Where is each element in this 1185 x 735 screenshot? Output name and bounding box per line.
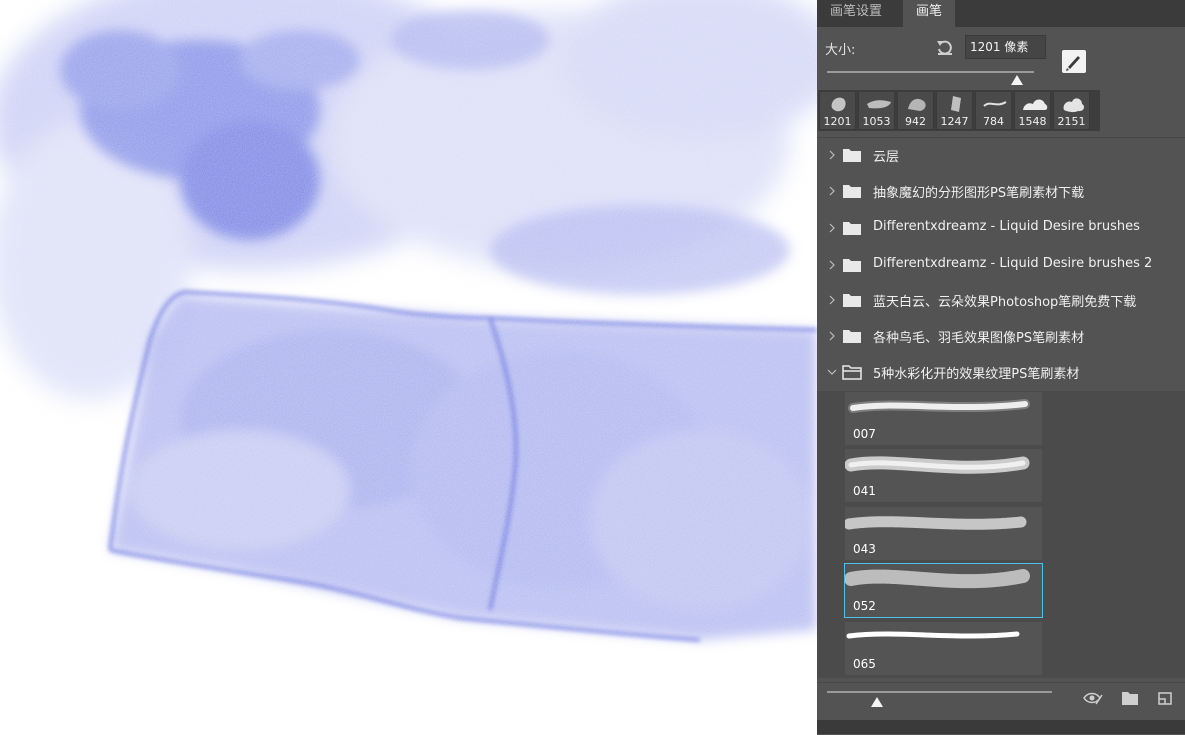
folder-icon (843, 185, 861, 198)
brush-preset[interactable]: 043 (844, 506, 1043, 561)
recent-brush-size: 1548 (1018, 115, 1047, 128)
brush-group-label: 蓝天白云、云朵效果Photoshop笔刷免费下载 (873, 295, 1137, 310)
folder-open-icon (842, 365, 862, 380)
brush-group-row[interactable]: Differentxdreamz - Liquid Desire brushes (817, 210, 1185, 246)
brush-group-row-expanded[interactable]: 5种水彩化开的效果纹理PS笔刷素材 (817, 354, 1185, 390)
brush-tip-icon (1023, 99, 1048, 110)
brush-tip-icon (867, 100, 891, 109)
brush-preset[interactable]: 041 (844, 448, 1043, 503)
preview-size-slider-thumb[interactable] (870, 697, 883, 707)
recent-brush-size: 1247 (940, 115, 969, 128)
tab-brush-settings[interactable]: 画笔设置 (817, 0, 895, 27)
brush-preset-name: 041 (853, 484, 876, 498)
panel-edge (817, 720, 1185, 734)
brush-preset-name: 052 (853, 599, 876, 613)
brush-tip-icon (1063, 98, 1085, 113)
new-group-icon[interactable] (1120, 689, 1140, 707)
brush-preset[interactable]: 007 (844, 391, 1043, 446)
recent-brush-size: 1053 (862, 115, 891, 128)
folder-icon (843, 222, 861, 235)
brush-group-label: 5种水彩化开的效果纹理PS笔刷素材 (873, 367, 1080, 382)
folder-icon (843, 149, 861, 162)
recent-brush-thumb[interactable]: 1247 (936, 91, 973, 130)
brush-group-label: 云层 (873, 150, 900, 165)
brush-tip-icon (983, 101, 1007, 107)
new-brush-button[interactable] (1062, 50, 1086, 73)
chevron-right-icon[interactable] (827, 258, 837, 272)
chevron-right-icon[interactable] (827, 148, 837, 162)
recent-brushes-strip: 1201 1053 942 1247 784 1548 2151 (818, 90, 1100, 131)
recent-brush-thumb[interactable]: 942 (897, 91, 934, 130)
brush-preset-selected[interactable]: 052 (844, 563, 1043, 618)
brush-tip-icon (951, 96, 961, 112)
size-input[interactable]: 1201 像素 (965, 35, 1046, 59)
brush-group-row[interactable]: 蓝天白云、云朵效果Photoshop笔刷免费下载 (817, 282, 1185, 318)
chevron-right-icon[interactable] (827, 221, 837, 235)
recent-brush-thumb[interactable]: 784 (975, 91, 1012, 130)
brush-preset-list: 007 041 043 052 065 (817, 391, 1185, 678)
reset-icon[interactable] (935, 38, 955, 58)
canvas[interactable] (0, 0, 817, 734)
brush-group-label: Differentxdreamz - Liquid Desire brushes… (873, 256, 1153, 271)
brush-tip-icon (831, 97, 846, 112)
watercolor-painting (0, 0, 817, 734)
folder-icon (843, 259, 861, 272)
recent-brush-thumb[interactable]: 1548 (1014, 91, 1051, 130)
brush-preset-name: 065 (853, 657, 876, 671)
folder-icon (843, 330, 861, 343)
brush-preset-name: 007 (853, 427, 876, 441)
folder-icon (843, 294, 861, 307)
recent-brush-size: 784 (983, 115, 1004, 128)
recent-brush-thumb[interactable]: 2151 (1053, 91, 1090, 130)
preview-size-slider[interactable] (827, 691, 1052, 693)
chevron-right-icon[interactable] (827, 329, 837, 343)
brush-tip-icon (908, 98, 926, 111)
recent-brush-thumb[interactable]: 1053 (858, 91, 895, 130)
tab-brushes[interactable]: 画笔 (903, 0, 956, 27)
brush-group-label: Differentxdreamz - Liquid Desire brushes (873, 219, 1140, 234)
brush-group-row[interactable]: 各种鸟毛、羽毛效果图像PS笔刷素材 (817, 318, 1185, 354)
chevron-right-icon[interactable] (827, 184, 837, 198)
brushes-panel: 画笔设置 画笔 大小: 1201 像素 1201 1053 942 1247 7… (817, 0, 1185, 735)
size-slider[interactable] (827, 71, 1034, 73)
chevron-right-icon[interactable] (827, 293, 837, 307)
chevron-down-icon[interactable] (827, 365, 837, 379)
panel-tab-bar: 画笔设置 画笔 (817, 0, 1185, 27)
brush-group-label: 抽象魔幻的分形图形PS笔刷素材下载 (873, 186, 1085, 201)
eye-icon[interactable] (1083, 689, 1103, 707)
brush-preset-name: 043 (853, 542, 876, 556)
recent-brush-size: 942 (905, 115, 926, 128)
brush-preset[interactable]: 065 (844, 621, 1043, 676)
size-slider-thumb[interactable] (1011, 75, 1024, 85)
brush-group-row[interactable]: Differentxdreamz - Liquid Desire brushes… (817, 247, 1185, 283)
recent-brush-size: 1201 (823, 115, 852, 128)
new-brush-icon (1066, 56, 1080, 71)
new-preset-icon[interactable] (1155, 689, 1175, 707)
recent-brush-thumb[interactable]: 1201 (819, 91, 856, 130)
size-label: 大小: (825, 43, 856, 58)
brush-group-row[interactable]: 抽象魔幻的分形图形PS笔刷素材下载 (817, 173, 1185, 209)
brush-group-row[interactable]: 云层 (817, 137, 1185, 173)
recent-brush-size: 2151 (1057, 115, 1086, 128)
brush-group-label: 各种鸟毛、羽毛效果图像PS笔刷素材 (873, 331, 1085, 346)
